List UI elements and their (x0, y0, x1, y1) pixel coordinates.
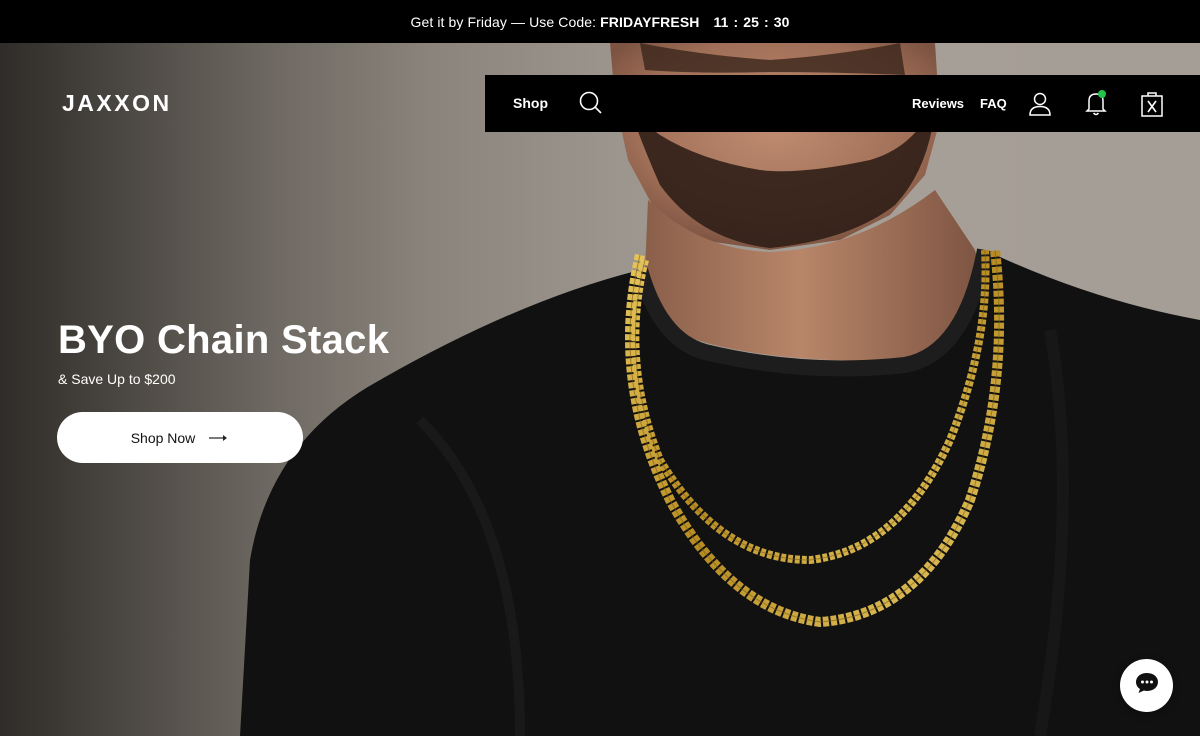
chat-bubble-icon (1134, 671, 1160, 700)
arrow-right-icon (209, 434, 229, 442)
hero-subtitle: & Save Up to $200 (58, 371, 176, 387)
nav-faq-link[interactable]: FAQ (980, 75, 1007, 132)
main-nav: Shop Reviews FAQ (485, 75, 1200, 132)
account-icon[interactable] (1028, 91, 1052, 122)
search-icon[interactable] (578, 90, 604, 121)
shop-now-label: Shop Now (130, 429, 196, 446)
shop-now-button[interactable]: Shop Now (57, 412, 303, 463)
announcement-bar: Get it by Friday — Use Code: FRIDAYFRESH… (0, 0, 1200, 43)
promo-code: FRIDAYFRESH (600, 13, 700, 30)
hero-image (240, 43, 1200, 736)
cart-bag-icon[interactable] (1140, 91, 1164, 122)
chat-widget-button[interactable] (1120, 659, 1173, 712)
nav-reviews-link[interactable]: Reviews (912, 75, 964, 132)
brand-logo[interactable]: JAXXON (62, 90, 172, 117)
countdown-timer: 11 : 25 : 30 (713, 13, 790, 30)
nav-shop-link[interactable]: Shop (513, 75, 548, 132)
hero-banner (0, 43, 1200, 736)
hero-title: BYO Chain Stack (58, 318, 390, 362)
notification-bell-icon[interactable] (1085, 89, 1109, 122)
announcement-text: Get it by Friday — Use Code: (410, 13, 597, 30)
